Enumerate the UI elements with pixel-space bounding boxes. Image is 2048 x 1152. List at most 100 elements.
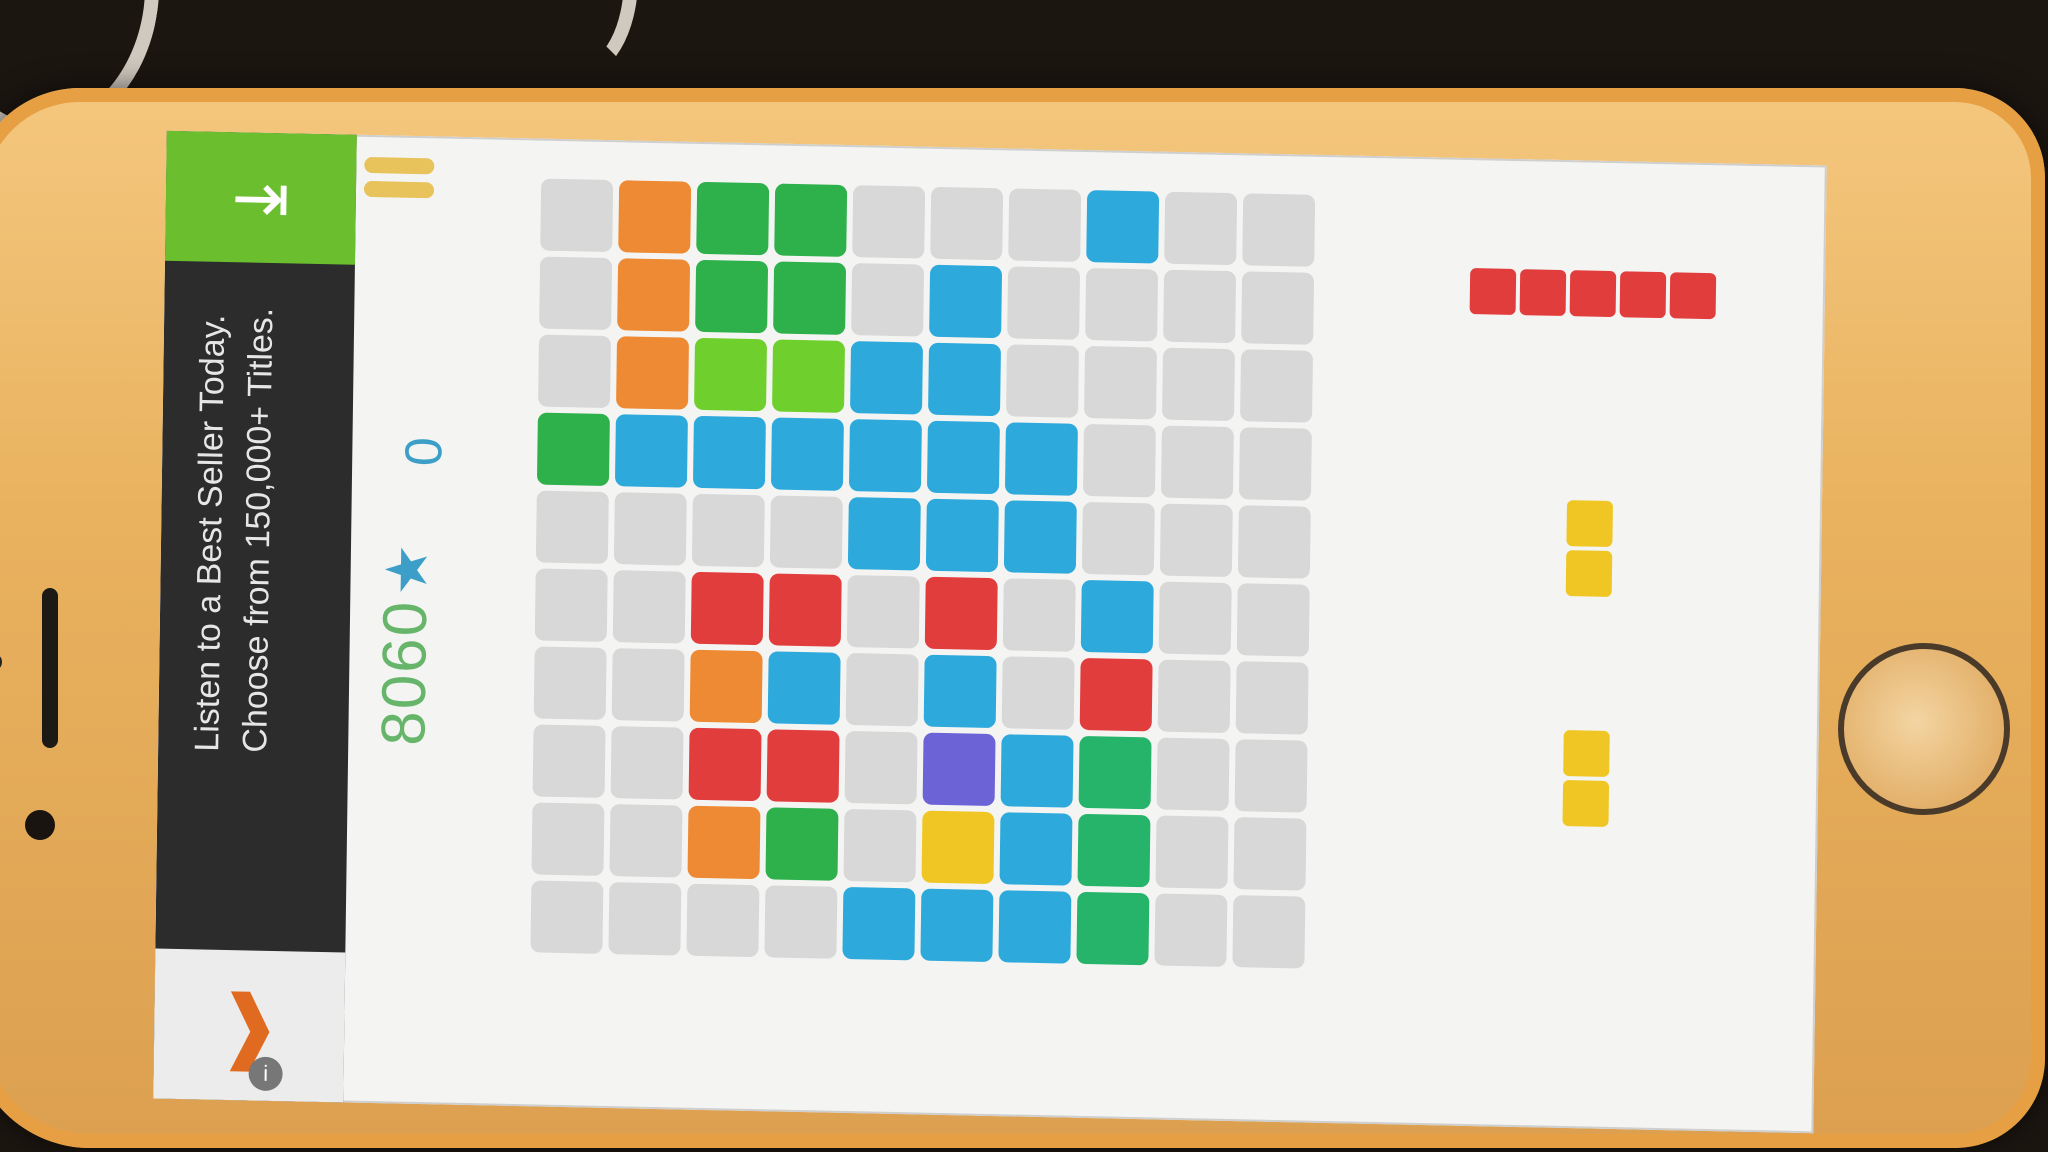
board-cell-empty[interactable] <box>1154 893 1228 967</box>
board-cell-filled[interactable] <box>848 419 922 493</box>
board-cell-empty[interactable] <box>1242 193 1316 267</box>
tray-piece[interactable] <box>1565 500 1614 598</box>
board-cell-empty[interactable] <box>609 804 683 878</box>
board-cell-empty[interactable] <box>1082 423 1156 498</box>
board-cell-filled[interactable] <box>768 573 842 647</box>
board-cell-empty[interactable] <box>534 568 608 642</box>
board-cell-filled[interactable] <box>690 571 764 646</box>
board-cell-filled[interactable] <box>692 415 766 490</box>
board-cell-empty[interactable] <box>1236 583 1310 657</box>
board-cell-filled[interactable] <box>770 417 844 491</box>
board-cell-filled[interactable] <box>773 261 847 335</box>
board-cell-filled[interactable] <box>688 727 762 802</box>
board-cell-filled[interactable] <box>920 888 994 963</box>
board-cell-filled[interactable] <box>765 807 839 881</box>
board-cell-filled[interactable] <box>998 890 1072 964</box>
board-cell-filled[interactable] <box>1078 735 1152 810</box>
board-cell-filled[interactable] <box>924 576 998 651</box>
board-cell-filled[interactable] <box>618 180 692 254</box>
board-cell-empty[interactable] <box>538 334 612 409</box>
board-cell-filled[interactable] <box>695 259 769 334</box>
board-cell-filled[interactable] <box>1079 657 1153 732</box>
pause-menu-icon[interactable] <box>363 156 435 212</box>
board-cell-empty[interactable] <box>851 263 925 337</box>
board-cell-empty[interactable] <box>1155 815 1229 889</box>
board-cell-empty[interactable] <box>1006 344 1080 418</box>
ad-banner[interactable]: ⇥ Listen to a Best Seller Today. Choose … <box>153 130 357 1103</box>
board-cell-filled[interactable] <box>687 805 761 880</box>
board-cell-empty[interactable] <box>1158 581 1232 656</box>
board-cell-empty[interactable] <box>1085 268 1159 342</box>
board-cell-filled[interactable] <box>617 258 691 332</box>
board-cell-empty[interactable] <box>532 724 606 798</box>
board-cell-empty[interactable] <box>1240 349 1314 423</box>
board-cell-empty[interactable] <box>1237 505 1311 579</box>
board-cell-filled[interactable] <box>774 183 848 257</box>
board-cell-empty[interactable] <box>930 186 1004 261</box>
board-cell-empty[interactable] <box>1002 578 1076 652</box>
board-cell-filled[interactable] <box>922 732 996 807</box>
board-cell-filled[interactable] <box>923 654 997 729</box>
board-cell-empty[interactable] <box>608 882 682 956</box>
board-cell-filled[interactable] <box>536 412 610 487</box>
board-cell-empty[interactable] <box>1233 817 1307 891</box>
board-cell-empty[interactable] <box>846 575 920 649</box>
board-cell-empty[interactable] <box>613 492 687 566</box>
game-board[interactable] <box>530 178 1316 969</box>
board-cell-empty[interactable] <box>1001 656 1075 730</box>
board-cell-empty[interactable] <box>1156 737 1230 811</box>
board-cell-empty[interactable] <box>1084 345 1158 420</box>
board-cell-empty[interactable] <box>1157 659 1231 734</box>
board-cell-empty[interactable] <box>1235 661 1309 735</box>
board-cell-empty[interactable] <box>1163 269 1237 344</box>
board-cell-empty[interactable] <box>610 726 684 800</box>
board-cell-empty[interactable] <box>1164 191 1238 266</box>
board-cell-empty[interactable] <box>1081 501 1155 576</box>
board-cell-filled[interactable] <box>1004 422 1078 496</box>
board-cell-filled[interactable] <box>1080 579 1154 654</box>
board-cell-filled[interactable] <box>694 337 768 412</box>
board-cell-empty[interactable] <box>1234 739 1308 813</box>
ad-open-button[interactable]: ⇥ <box>164 130 357 265</box>
board-cell-filled[interactable] <box>1003 500 1077 574</box>
board-cell-empty[interactable] <box>769 495 843 569</box>
board-cell-filled[interactable] <box>999 812 1073 886</box>
tray-piece[interactable] <box>1562 730 1610 827</box>
board-cell-filled[interactable] <box>1076 891 1150 966</box>
board-cell-empty[interactable] <box>1232 895 1306 969</box>
board-cell-empty[interactable] <box>612 570 686 644</box>
board-cell-empty[interactable] <box>691 493 765 568</box>
board-cell-filled[interactable] <box>1077 813 1151 888</box>
info-icon[interactable]: i <box>248 1056 283 1092</box>
board-cell-filled[interactable] <box>1086 190 1160 264</box>
home-button[interactable] <box>1838 643 2010 815</box>
board-cell-empty[interactable] <box>1162 347 1236 422</box>
board-cell-filled[interactable] <box>689 649 763 724</box>
board-cell-empty[interactable] <box>1160 425 1234 500</box>
board-cell-filled[interactable] <box>850 341 924 415</box>
board-cell-filled[interactable] <box>766 729 840 803</box>
board-cell-filled[interactable] <box>1000 734 1074 808</box>
board-cell-filled[interactable] <box>772 339 846 413</box>
board-cell-empty[interactable] <box>844 730 918 805</box>
board-cell-filled[interactable] <box>925 498 999 573</box>
board-cell-filled[interactable] <box>616 336 690 410</box>
board-cell-empty[interactable] <box>1238 427 1312 501</box>
board-cell-filled[interactable] <box>926 420 1000 495</box>
board-cell-empty[interactable] <box>852 185 926 259</box>
board-cell-empty[interactable] <box>611 648 685 722</box>
board-cell-filled[interactable] <box>928 342 1002 417</box>
board-cell-filled[interactable] <box>847 497 921 571</box>
board-cell-filled[interactable] <box>842 886 916 961</box>
board-cell-empty[interactable] <box>686 883 760 958</box>
board-cell-empty[interactable] <box>843 808 917 883</box>
board-cell-empty[interactable] <box>1159 503 1233 578</box>
ad-logo-area[interactable]: ❱ i <box>153 948 346 1103</box>
board-cell-empty[interactable] <box>764 885 838 959</box>
board-cell-filled[interactable] <box>921 810 995 885</box>
board-cell-filled[interactable] <box>767 651 841 725</box>
board-cell-empty[interactable] <box>845 652 919 727</box>
board-cell-filled[interactable] <box>614 414 688 488</box>
board-cell-empty[interactable] <box>1007 266 1081 340</box>
board-cell-filled[interactable] <box>696 181 770 256</box>
